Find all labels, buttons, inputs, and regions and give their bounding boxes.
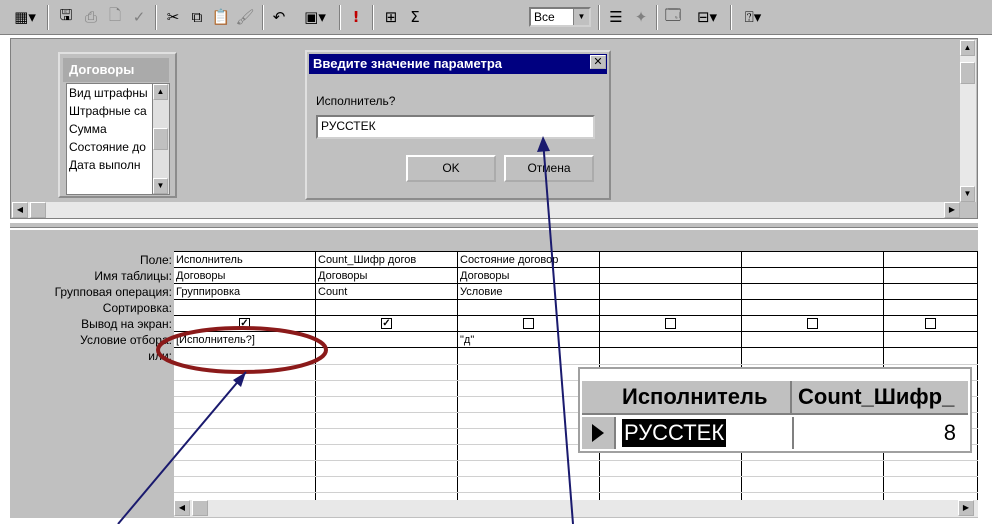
annotation-overlay	[117, 136, 574, 524]
arrow-head	[537, 136, 550, 152]
arrow-line	[117, 371, 247, 524]
highlight-ellipse	[156, 326, 328, 374]
arrow-line	[542, 139, 574, 524]
